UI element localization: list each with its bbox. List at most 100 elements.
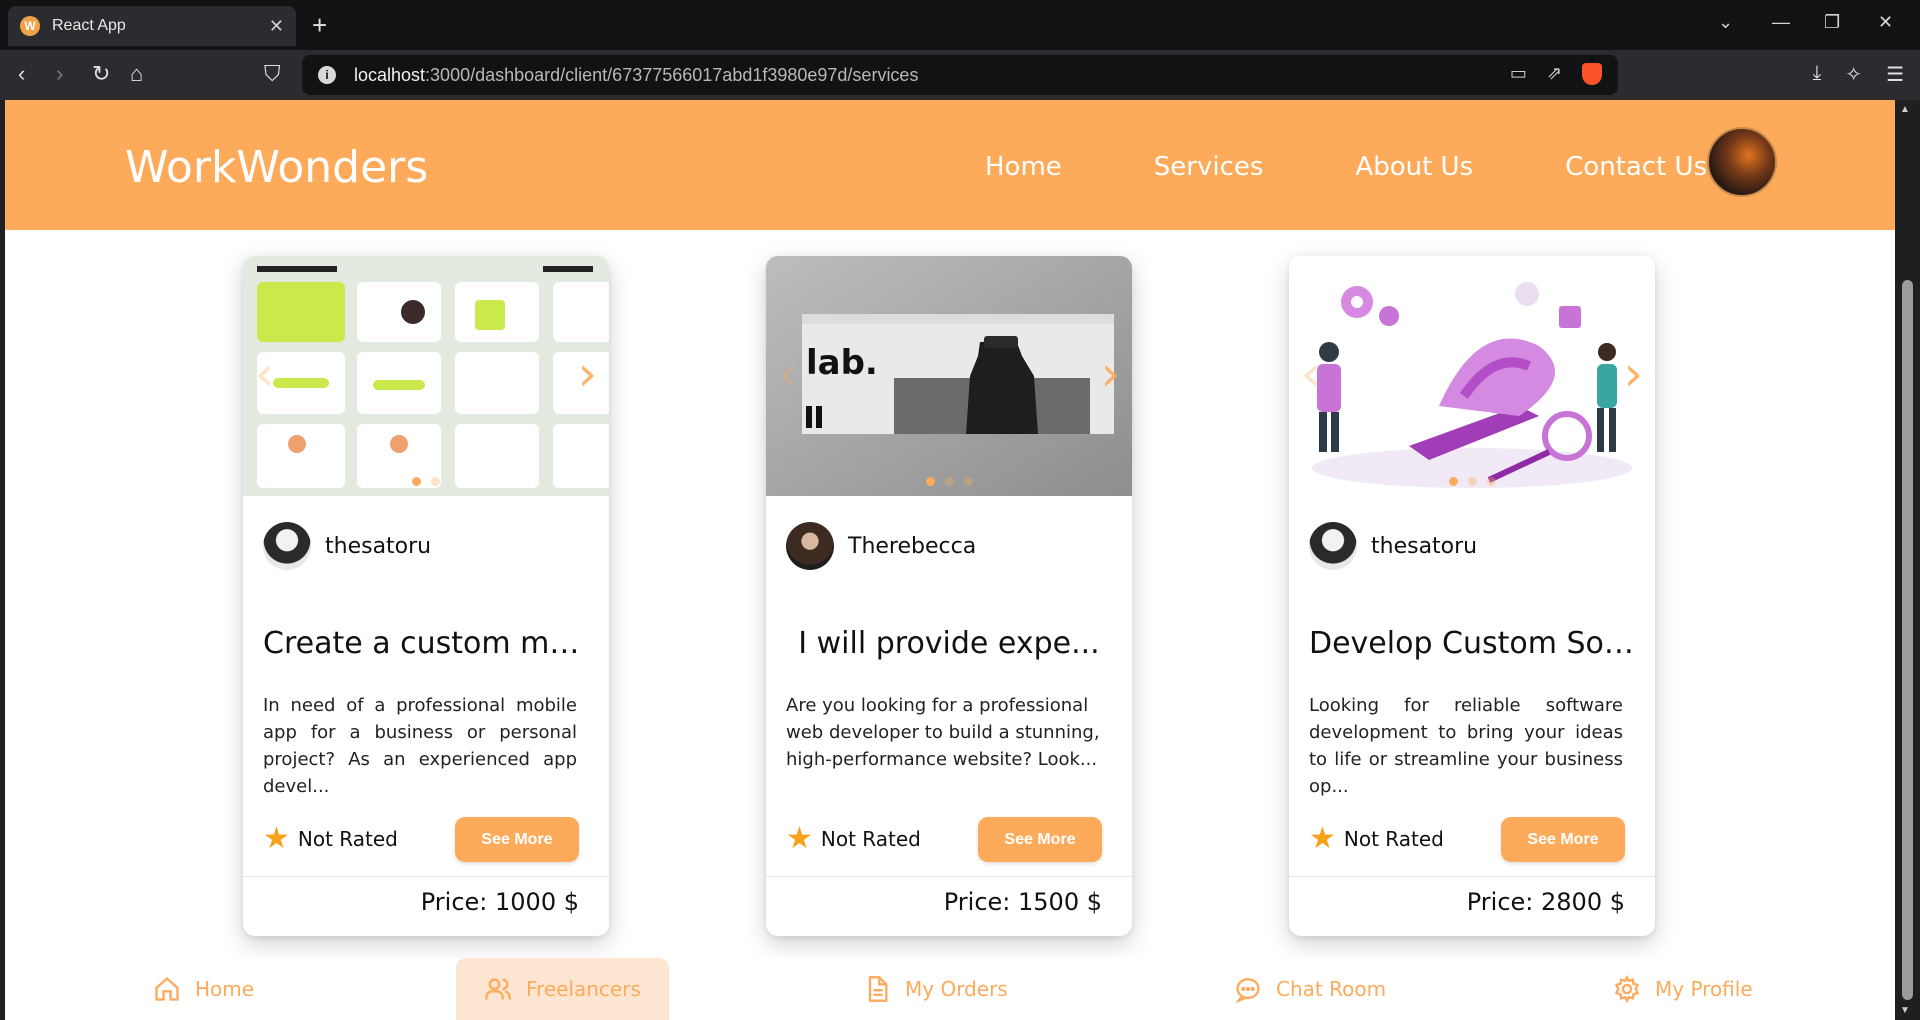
scroll-down-icon[interactable]: ▼ [1900,1005,1910,1016]
scroll-up-icon[interactable]: ▲ [1900,104,1910,115]
bottom-nav-chat-room[interactable]: Chat Room [1206,958,1414,1020]
cast-icon[interactable]: ▭ [1510,63,1527,85]
service-card: ‹ › thesatoru Develop Custom Soft... Loo… [1289,256,1655,936]
divider [766,876,1132,877]
service-title[interactable]: Develop Custom Soft... [1309,626,1635,661]
close-icon[interactable]: ✕ [269,16,284,37]
see-more-button[interactable]: See More [455,817,579,862]
carousel-dot[interactable] [963,477,973,486]
close-window-icon[interactable]: ✕ [1878,12,1893,33]
nav-home[interactable]: Home [985,152,1062,182]
url-path: :3000/dashboard/client/67377566017abd1f3… [425,64,919,85]
carousel-dot[interactable] [1486,477,1496,486]
scrollbar-thumb[interactable] [1902,280,1913,1000]
service-card: lab. ‹ › Therebecca I will provide expe.… [766,256,1132,936]
seller-avatar[interactable] [786,522,834,570]
brave-shield-icon[interactable] [1582,63,1602,85]
tab-favicon-icon: W [20,16,40,36]
card-image-carousel: ‹ › [1289,256,1655,496]
browser-tab[interactable]: W React App ✕ [8,6,296,46]
home-icon[interactable]: ⌂ [130,62,143,86]
nav-services[interactable]: Services [1154,152,1264,182]
minimize-icon[interactable]: — [1772,12,1790,33]
divider [1289,876,1655,877]
bottom-nav-my-profile[interactable]: My Profile [1585,958,1781,1020]
forward-icon[interactable]: › [56,62,63,86]
star-icon: ★ [786,822,813,855]
carousel-dot[interactable] [412,477,421,486]
address-bar[interactable]: i localhost:3000/dashboard/client/673775… [302,55,1618,95]
seller-avatar[interactable] [1309,522,1357,570]
service-title[interactable]: Create a custom mob... [263,626,589,661]
home-icon [155,976,179,1001]
page-scrollbar[interactable]: ▲ ▼ [1895,100,1920,1020]
rating-text: Not Rated [297,827,398,851]
carousel-dot[interactable] [1448,477,1458,486]
carousel-dot[interactable] [925,477,935,486]
card-image-carousel: ‹ › [243,256,609,496]
carousel-prev-icon[interactable]: ‹ [778,350,797,398]
bottom-nav-home[interactable]: Home [125,958,282,1020]
star-icon: ★ [263,822,290,855]
url-host: localhost [354,64,426,85]
seller-info[interactable]: thesatoru [263,522,431,570]
carousel-dot[interactable] [944,477,954,486]
browser-toolbar: ‹ › ↻ ⌂ ⛉ i localhost:3000/dashboard/cli… [0,50,1920,100]
info-icon[interactable]: i [318,66,336,84]
bookmark-icon[interactable]: ⛉ [264,62,281,86]
menu-icon[interactable]: ☰ [1886,62,1904,87]
see-more-button[interactable]: See More [1501,817,1625,862]
seller-name[interactable]: Therebecca [848,534,976,559]
rating: ★ Not Rated [263,824,398,854]
restore-icon[interactable]: ❐ [1824,12,1840,33]
new-tab-icon[interactable]: + [312,10,327,40]
carousel-next-icon[interactable]: › [1101,350,1120,398]
nav-contact-us[interactable]: Contact Us [1565,152,1707,182]
seller-name[interactable]: thesatoru [1371,534,1477,559]
rating: ★ Not Rated [786,824,921,854]
carousel-next-icon[interactable]: › [578,350,597,398]
sparkle-icon[interactable]: ✧ [1845,62,1862,87]
carousel-prev-icon[interactable]: ‹ [255,350,274,398]
star-icon: ★ [1309,822,1336,855]
seller-avatar[interactable] [263,522,311,570]
bottom-nav: Home Freelancers My Orders Chat Room My … [5,958,1895,1020]
carousel-next-icon[interactable]: › [1624,350,1643,398]
price: Price: 1500 $ [943,888,1102,916]
carousel-prev-icon[interactable]: ‹ [1301,350,1320,398]
share-icon[interactable]: ⇗ [1547,63,1562,85]
user-avatar[interactable] [1707,127,1777,197]
rating-text: Not Rated [820,827,921,851]
service-card: ‹ › thesatoru Create a custom mob... In … [243,256,609,936]
nav-about-us[interactable]: About Us [1355,152,1473,182]
carousel-dot[interactable] [1467,477,1477,486]
bottom-nav-label: My Profile [1655,977,1753,1001]
mobile-app-design-image [243,256,609,496]
browser-tabbar: W React App ✕ + ⌄ — ❐ ✕ [0,0,1920,50]
carousel-dot[interactable] [431,477,440,486]
service-title[interactable]: I will provide expe... [786,626,1112,661]
divider [243,876,609,877]
download-icon[interactable]: ⤓ [1812,62,1821,87]
users-icon [485,978,511,1000]
chevron-down-icon[interactable]: ⌄ [1718,12,1733,33]
tab-title: React App [52,17,126,34]
reload-icon[interactable]: ↻ [92,62,110,86]
web-design-image: lab. [766,256,1132,496]
service-description: Looking for reliable software developmen… [1309,695,1623,797]
bottom-nav-label: Chat Room [1276,977,1387,1001]
brand-logo[interactable]: WorkWonders [125,142,428,193]
price: Price: 2800 $ [1466,888,1625,916]
back-icon[interactable]: ‹ [18,62,25,86]
price: Price: 1000 $ [420,888,579,916]
see-more-button[interactable]: See More [978,817,1102,862]
software-development-image [1289,256,1655,496]
seller-info[interactable]: Therebecca [786,522,976,570]
svg-text:lab.: lab. [806,343,878,383]
seller-info[interactable]: thesatoru [1309,522,1477,570]
seller-name[interactable]: thesatoru [325,534,431,559]
bottom-nav-my-orders[interactable]: My Orders [835,958,1036,1020]
bottom-nav-label: Home [195,977,255,1001]
bottom-nav-freelancers[interactable]: Freelancers [456,958,669,1020]
card-image-carousel: lab. ‹ › [766,256,1132,496]
